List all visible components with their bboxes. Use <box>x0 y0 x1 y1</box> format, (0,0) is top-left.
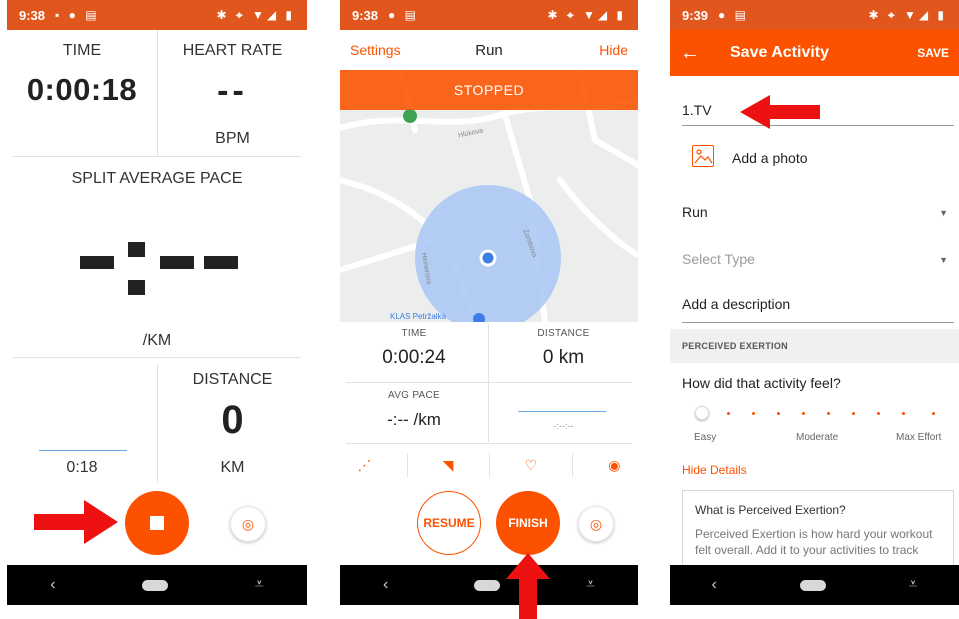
hide-details-link[interactable]: Hide Details <box>682 463 747 477</box>
system-status-icons: ✱ ⌖ ▼◢ ▮ <box>547 7 626 22</box>
slider-thumb[interactable] <box>695 406 709 420</box>
distance-unit: KM <box>220 459 245 476</box>
divider <box>346 443 632 444</box>
type-placeholder: Select Type <box>682 251 755 267</box>
stop-button[interactable] <box>125 491 189 555</box>
nav-menu-icon[interactable]: ⩡ <box>586 576 595 594</box>
page-title: Save Activity <box>730 44 830 61</box>
system-nav-bar: ‹ ⩡ <box>7 565 307 605</box>
notification-icons: ● ▤ <box>718 8 749 22</box>
sensor-icon[interactable]: ◉ <box>608 457 620 474</box>
annotation-arrow-up <box>506 553 550 619</box>
heart-rate-label: HEART RATE <box>182 42 283 59</box>
pace-unit: /KM <box>142 332 172 349</box>
split-pace: -:--:-- <box>553 421 574 431</box>
route-icon[interactable]: ⋰ <box>358 457 372 474</box>
nav-menu-icon[interactable]: ⩡ <box>909 576 918 594</box>
split-time: 0:18 <box>66 459 98 476</box>
avg-pace-value: -:-- /km <box>387 410 441 429</box>
status-bar: 9:38 ● ▤ ✱ ⌖ ▼◢ ▮ <box>340 0 638 30</box>
screen-save-activity: 9:39 ● ▤ ✱ ⌖ ▼◢ ▮ ← Save Activity SAVE 1… <box>670 0 959 605</box>
info-box: What is Perceived Exertion? Perceived Ex… <box>682 490 954 570</box>
annotation-arrow-left <box>740 95 820 129</box>
location-button[interactable]: ◎ <box>230 506 266 542</box>
status-time: 9:39 <box>682 7 709 23</box>
photo-icon <box>692 145 714 167</box>
distance-label: DISTANCE <box>192 371 273 388</box>
time-value: 0:00:24 <box>382 347 446 368</box>
hide-link[interactable]: Hide <box>599 42 628 58</box>
status-time: 9:38 <box>352 7 379 23</box>
finish-button[interactable]: FINISH <box>496 491 560 555</box>
notification-icons: ● ▤ <box>388 8 419 22</box>
dropdown-caret-icon: ▼ <box>939 255 948 265</box>
heart-rate-unit: BPM <box>215 130 250 147</box>
screen-stopped: 9:38 ● ▤ ✱ ⌖ ▼◢ ▮ Settings Run Hide Hlúk… <box>340 0 638 605</box>
description-input[interactable]: Add a description <box>682 296 954 323</box>
status-bar: 9:39 ● ▤ ✱ ⌖ ▼◢ ▮ <box>670 0 959 30</box>
system-status-icons: ✱ ⌖ ▼◢ ▮ <box>216 7 295 22</box>
nav-back-icon[interactable]: ‹ <box>711 576 716 594</box>
avg-pace-label: AVG PACE <box>387 390 441 401</box>
map-label-place: KLAS Petržalka <box>390 312 447 321</box>
nav-back-icon[interactable]: ‹ <box>50 576 55 594</box>
nav-home-icon[interactable] <box>142 579 169 591</box>
section-header: PERCEIVED EXERTION <box>670 329 959 363</box>
split-progress-line <box>518 411 606 412</box>
location-pin-icon: ◎ <box>589 515 603 532</box>
scale-moderate-label: Moderate <box>796 432 839 443</box>
dropdown-caret-icon: ▼ <box>939 208 948 218</box>
shoe-icon[interactable]: ◥ <box>443 457 454 474</box>
resume-label: RESUME <box>423 516 475 530</box>
time-value: 0:00:18 <box>26 72 138 107</box>
location-button[interactable]: ◎ <box>578 506 614 542</box>
type-select[interactable]: Select Type ▼ <box>682 251 954 271</box>
exertion-question: How did that activity feel? <box>682 375 841 391</box>
nav-home-icon[interactable] <box>799 579 826 591</box>
resume-button[interactable]: RESUME <box>417 491 481 555</box>
system-status-icons: ✱ ⌖ ▼◢ ▮ <box>868 7 947 22</box>
sport-select[interactable]: Run ▼ <box>682 204 954 224</box>
notification-icons: ▪ ● ▤ <box>55 8 100 22</box>
distance-value: 0 <box>221 398 244 442</box>
heart-rate-value: -- <box>217 72 248 110</box>
divider <box>13 156 301 157</box>
save-activity-header: ← Save Activity SAVE <box>670 30 959 76</box>
time-label: TIME <box>401 328 427 339</box>
settings-link[interactable]: Settings <box>350 42 401 58</box>
location-pin-icon: ◎ <box>241 515 255 532</box>
scale-max-label: Max Effort <box>896 432 942 443</box>
save-button[interactable]: SAVE <box>917 46 949 60</box>
divider <box>346 382 632 383</box>
heart-icon[interactable]: ♡ <box>525 457 538 474</box>
distance-label: DISTANCE <box>537 328 590 339</box>
nav-home-icon[interactable] <box>474 579 501 591</box>
info-text: Perceived Exertion is how hard your work… <box>695 527 933 557</box>
stop-icon <box>150 516 164 530</box>
time-label: TIME <box>62 42 102 59</box>
place-marker <box>403 109 417 123</box>
scale-easy-label: Easy <box>694 432 717 443</box>
annotation-arrow-right <box>34 500 118 544</box>
sport-value: Run <box>682 204 708 220</box>
back-arrow-icon[interactable]: ← <box>680 42 720 65</box>
recording-header: Settings Run Hide <box>340 30 638 70</box>
nav-menu-icon[interactable]: ⩡ <box>255 576 264 594</box>
add-photo-button[interactable]: Add a photo <box>732 150 932 166</box>
divider <box>13 357 301 358</box>
nav-back-icon[interactable]: ‹ <box>383 576 388 594</box>
stats-tabs: ⋰ ◥ ♡ ◉ <box>340 447 638 483</box>
finish-label: FINISH <box>508 516 548 530</box>
stopped-banner: STOPPED <box>340 70 638 110</box>
system-nav-bar: ‹ ⩡ <box>340 565 638 605</box>
status-time: 9:38 <box>19 7 46 23</box>
system-nav-bar: ‹ ⩡ <box>670 565 959 605</box>
split-pace-label: SPLIT AVERAGE PACE <box>71 170 243 187</box>
location-dot <box>479 249 497 267</box>
split-progress-line <box>39 450 127 451</box>
status-bar: 9:38 ▪ ● ▤ ✱ ⌖ ▼◢ ▮ <box>7 0 307 30</box>
distance-value: 0 km <box>542 347 585 368</box>
info-title: What is Perceived Exertion? <box>695 503 846 517</box>
